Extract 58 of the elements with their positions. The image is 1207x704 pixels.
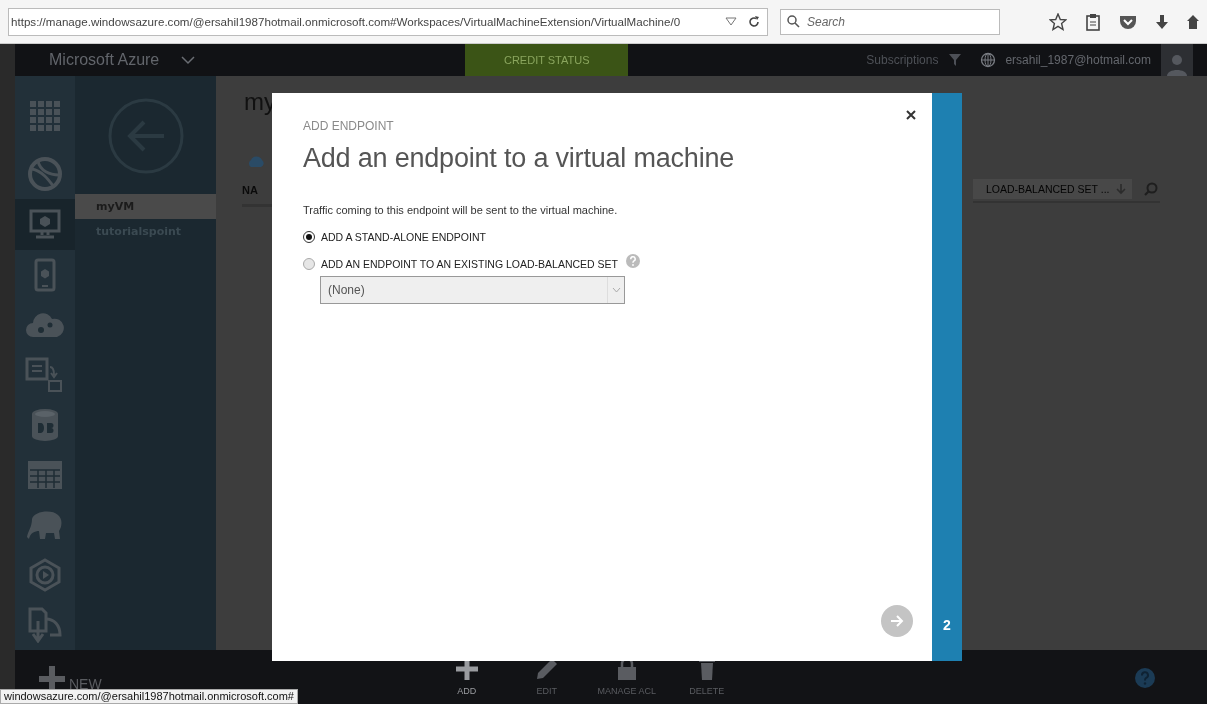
filter-icon[interactable] bbox=[948, 53, 963, 67]
avatar-silhouette[interactable] bbox=[1161, 44, 1193, 76]
dropdown-icon[interactable] bbox=[725, 16, 737, 27]
table-icon bbox=[27, 459, 63, 490]
search-field[interactable]: Search bbox=[780, 8, 1000, 35]
new-label: NEW bbox=[69, 676, 102, 692]
user-email[interactable]: ersahil_1987@hotmail.com bbox=[1005, 53, 1151, 67]
next-button[interactable] bbox=[881, 605, 913, 637]
radio-button[interactable] bbox=[303, 258, 315, 270]
database-icon bbox=[31, 407, 59, 442]
command-button[interactable]: ADD bbox=[426, 658, 507, 696]
radio-button[interactable] bbox=[303, 231, 315, 243]
clipboard-icon[interactable] bbox=[1085, 12, 1101, 31]
search-icon[interactable] bbox=[1143, 182, 1158, 196]
chevron-icon bbox=[611, 287, 621, 293]
dialog-title: Add an endpoint to a virtual machine bbox=[303, 143, 736, 174]
dialog-description: Traffic coming to this endpoint will be sent to the virtual machine. bbox=[303, 204, 619, 216]
subscriptions-link[interactable]: Subscriptions bbox=[866, 53, 939, 67]
option-label[interactable]: ADD AN ENDPOINT TO AN EXISTING LOAD-BALANCED SET bbox=[321, 258, 618, 270]
dialog-eyebrow: ADD ENDPOINT bbox=[303, 119, 395, 133]
column-label: LOAD-BALANCED SET ... bbox=[986, 183, 1110, 195]
column-header[interactable]: LOAD-BALANCED SET ... bbox=[973, 179, 1132, 199]
trash-icon bbox=[697, 658, 716, 680]
help-icon[interactable] bbox=[626, 254, 640, 268]
sort-arrow-icon bbox=[1115, 183, 1126, 195]
plus-icon bbox=[39, 666, 65, 692]
pocket-icon[interactable] bbox=[1119, 13, 1137, 30]
url-text: https://manage.windowsazure.com/@ersahil1987hotmail.onmicrosoft.com#Workspaces/VirtualMachineExtension/VirtualMachine/0 bbox=[11, 15, 682, 28]
tablet-icon bbox=[34, 257, 56, 292]
monitor-icon bbox=[29, 209, 61, 240]
arrow-right-icon bbox=[890, 615, 904, 627]
new-button[interactable]: NEW bbox=[39, 666, 102, 692]
lock-icon bbox=[616, 658, 637, 680]
option-label[interactable]: ADD A STAND-ALONE ENDPOINT bbox=[321, 231, 486, 243]
step-number: 2 bbox=[943, 617, 951, 633]
home-icon[interactable] bbox=[1187, 13, 1199, 30]
address-bar[interactable]: https://manage.windowsazure.com/@ersahil1987hotmail.onmicrosoft.com#Workspaces/VirtualMachineExtension/VirtualMachine/0 bbox=[8, 7, 768, 36]
credit-status-button[interactable]: CREDIT STATUS bbox=[465, 44, 629, 76]
pencil-icon bbox=[535, 658, 558, 680]
close-icon[interactable] bbox=[906, 110, 916, 120]
document-copy-icon bbox=[25, 356, 65, 393]
help-icon[interactable] bbox=[1135, 668, 1155, 688]
play-icon bbox=[28, 557, 62, 592]
search-icon bbox=[787, 14, 800, 28]
globe-icon[interactable] bbox=[980, 52, 997, 68]
import-icon bbox=[28, 607, 62, 643]
nav-rail-item[interactable] bbox=[15, 199, 75, 250]
download-icon[interactable] bbox=[1155, 13, 1169, 30]
grid-icon bbox=[29, 99, 61, 132]
star-icon[interactable] bbox=[1049, 12, 1067, 31]
brand-title[interactable]: Microsoft Azure bbox=[49, 51, 160, 69]
cloud-icon bbox=[247, 154, 265, 168]
chevron-icon[interactable] bbox=[181, 55, 196, 65]
plus-icon bbox=[455, 658, 478, 680]
reload-icon[interactable] bbox=[747, 14, 761, 29]
cloud-gears-icon bbox=[25, 310, 65, 339]
globe-icon bbox=[28, 157, 62, 192]
status-url: windowsazure.com/@ersahil1987hotmail.onmicrosoft.com# bbox=[0, 689, 298, 704]
